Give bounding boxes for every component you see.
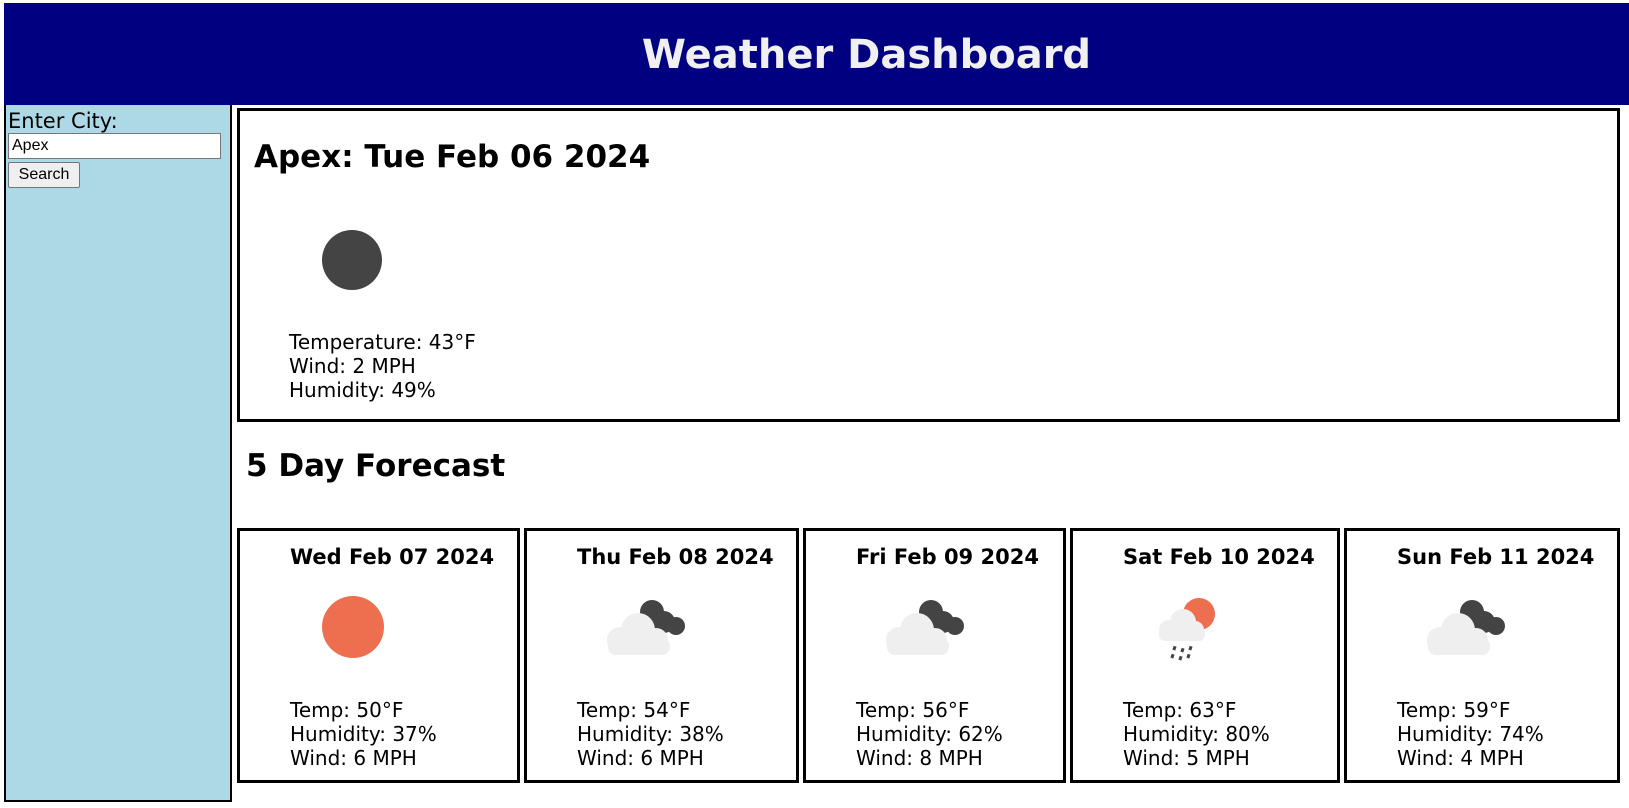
forecast-date: Wed Feb 07 2024 xyxy=(290,545,495,569)
forecast-wind: Wind: 4 MPH xyxy=(1397,746,1524,770)
forecast-card: Thu Feb 08 2024 Temp: 54°F Humidity: 38%… xyxy=(524,528,799,783)
forecast-humidity: Humidity: 38% xyxy=(577,722,724,746)
forecast-stats: Temp: 50°F Humidity: 37% Wind: 6 MPH xyxy=(290,698,437,770)
forecast-date: Fri Feb 09 2024 xyxy=(856,545,1039,569)
city-input[interactable] xyxy=(8,133,221,159)
forecast-wind: Wind: 6 MPH xyxy=(577,746,704,770)
page-title: Weather Dashboard xyxy=(641,32,1092,78)
current-humidity: Humidity: 49% xyxy=(289,378,436,402)
forecast-stats: Temp: 59°F Humidity: 74% Wind: 4 MPH xyxy=(1397,698,1544,770)
forecast-temp: Temp: 54°F xyxy=(577,698,691,722)
forecast-card: Sun Feb 11 2024 Temp: 59°F Humidity: 74%… xyxy=(1344,528,1620,783)
current-heading: Apex: Tue Feb 06 2024 xyxy=(254,139,651,175)
forecast-wind: Wind: 5 MPH xyxy=(1123,746,1250,770)
cloudy-icon xyxy=(1418,596,1508,660)
search-button[interactable]: Search xyxy=(8,162,80,188)
sun-icon xyxy=(322,596,384,662)
forecast-temp: Temp: 63°F xyxy=(1123,698,1237,722)
forecast-humidity: Humidity: 74% xyxy=(1397,722,1544,746)
forecast-wind: Wind: 6 MPH xyxy=(290,746,417,770)
current-weather-panel: Apex: Tue Feb 06 2024 Temperature: 43°F … xyxy=(237,108,1620,422)
forecast-humidity: Humidity: 37% xyxy=(290,722,437,746)
header-bar: Weather Dashboard xyxy=(4,3,1629,105)
current-temperature: Temperature: 43°F xyxy=(289,330,476,354)
forecast-humidity: Humidity: 80% xyxy=(1123,722,1270,746)
forecast-card: Wed Feb 07 2024 Temp: 50°F Humidity: 37%… xyxy=(237,528,520,783)
forecast-date: Thu Feb 08 2024 xyxy=(577,545,774,569)
forecast-humidity: Humidity: 62% xyxy=(856,722,1003,746)
forecast-date: Sat Feb 10 2024 xyxy=(1123,545,1315,569)
forecast-temp: Temp: 50°F xyxy=(290,698,404,722)
cloudy-icon xyxy=(877,596,967,660)
forecast-card: Fri Feb 09 2024 Temp: 56°F Humidity: 62%… xyxy=(803,528,1066,783)
rain-sun-icon xyxy=(1151,596,1221,670)
city-label: Enter City: xyxy=(8,109,118,133)
forecast-stats: Temp: 63°F Humidity: 80% Wind: 5 MPH xyxy=(1123,698,1270,770)
forecast-title: 5 Day Forecast xyxy=(246,448,506,484)
forecast-wind: Wind: 8 MPH xyxy=(856,746,983,770)
forecast-card: Sat Feb 10 2024 Temp: 63°F Humidity: 80%… xyxy=(1070,528,1340,783)
forecast-stats: Temp: 56°F Humidity: 62% Wind: 8 MPH xyxy=(856,698,1003,770)
forecast-temp: Temp: 56°F xyxy=(856,698,970,722)
forecast-temp: Temp: 59°F xyxy=(1397,698,1511,722)
forecast-date: Sun Feb 11 2024 xyxy=(1397,545,1595,569)
moon-dark-icon xyxy=(322,230,382,294)
sidebar: Enter City: Search xyxy=(4,105,232,802)
current-stats: Temperature: 43°F Wind: 2 MPH Humidity: … xyxy=(289,330,476,402)
forecast-stats: Temp: 54°F Humidity: 38% Wind: 6 MPH xyxy=(577,698,724,770)
cloudy-icon xyxy=(598,596,688,660)
current-wind: Wind: 2 MPH xyxy=(289,354,416,378)
